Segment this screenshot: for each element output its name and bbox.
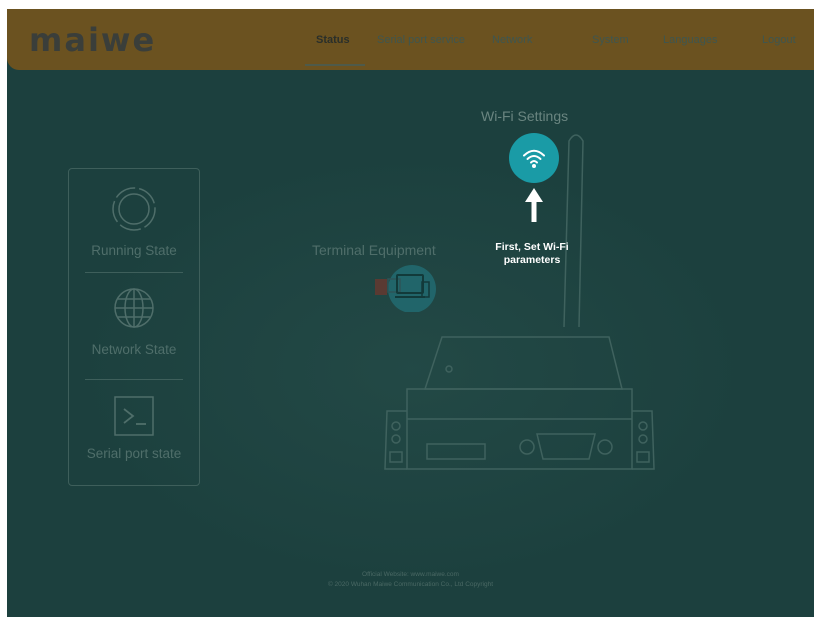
nav-item-network[interactable]: Network [492,34,532,46]
wifi-settings-button[interactable] [509,133,559,183]
sidebar-item-label: Network State [91,342,177,357]
footer-website: Official Website: www.maiwe.com [362,571,459,578]
setup-tip-line1: First, Set Wi-Fi [495,241,569,253]
terminal-icon [114,396,154,436]
wifi-settings-title: Wi-Fi Settings [481,108,569,124]
sidebar-item-network-state[interactable]: Network State [69,286,199,357]
sidebar-item-label: Running State [91,243,177,258]
terminal-equipment-title: Terminal Equipment [312,242,436,258]
header-bar: maiwe Status Serial port service Network… [7,9,814,70]
app-frame: maiwe Status Serial port service Network… [7,9,814,617]
status-sidebar: Running State Network State Serial port … [68,168,200,486]
wifi-icon [523,149,545,168]
nav-item-serial-port-service[interactable]: Serial port service [377,34,465,46]
page-footer: Official Website: www.maiwe.com © 2020 W… [7,570,814,590]
nav-active-indicator [305,64,365,66]
nav-item-languages[interactable]: Languages [663,34,717,46]
setup-tip-line2: parameters [503,254,561,266]
setup-tip: First, Set Wi-Fi parameters [467,241,597,267]
running-state-icon [112,187,156,231]
main-nav: Status Serial port service Network Syste… [7,34,814,54]
sidebar-divider [85,272,183,273]
nav-item-status[interactable]: Status [316,34,350,46]
sidebar-item-label: Serial port state [86,446,182,461]
globe-icon [114,288,154,328]
up-arrow-icon [525,188,543,222]
footer-copyright: © 2020 Wuhan Maiwe Communication Co., Lt… [327,581,494,588]
nav-item-logout[interactable]: Logout [762,34,796,46]
terminal-equipment-button[interactable] [375,262,437,313]
sidebar-item-serial-port-state[interactable]: Serial port state [69,394,199,461]
sidebar-item-running-state[interactable]: Running State [69,185,199,258]
nav-item-system[interactable]: System [592,34,629,46]
computer-icon [375,265,436,313]
sidebar-divider [85,379,183,380]
